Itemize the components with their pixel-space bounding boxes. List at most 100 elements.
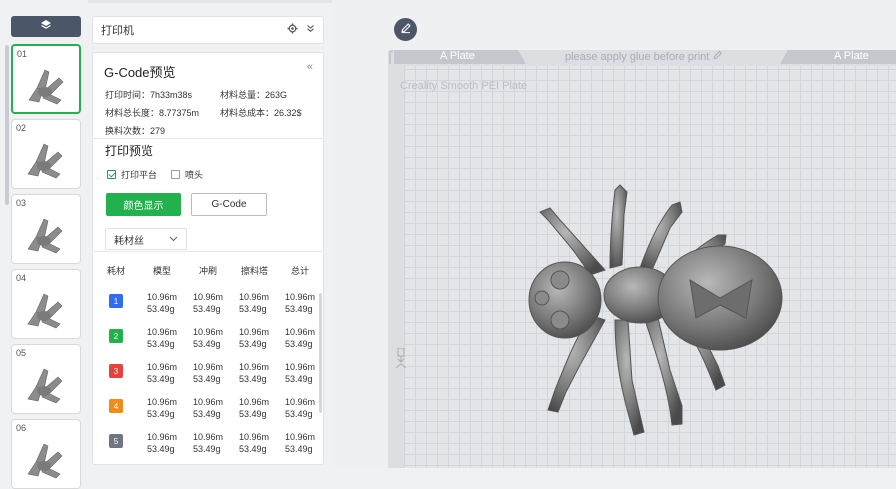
table-cell: 10.96m 53.49g <box>239 326 269 350</box>
cell-length: 10.96m <box>239 327 270 337</box>
settings-gear-icon[interactable] <box>287 23 298 37</box>
table-cell: 10.96m 53.49g <box>147 431 177 455</box>
plate-thumbnail[interactable]: 02 <box>11 119 81 189</box>
cell-weight: 53.49g <box>239 304 267 314</box>
model-thumbnail-icon <box>27 218 63 254</box>
thumbnail-scrollbar[interactable] <box>5 45 9 205</box>
select-value: 耗材丝 <box>114 235 144 247</box>
spider-3d-model[interactable] <box>520 180 790 445</box>
table-cell: 10.96m 53.49g <box>193 431 223 455</box>
chevron-double-down-icon[interactable] <box>306 24 315 36</box>
print-preview-title: 打印预览 <box>105 144 154 158</box>
col-header-flush: 冲刷 <box>199 266 218 276</box>
cell-length: 10.96m <box>285 362 316 372</box>
edit-button[interactable] <box>394 18 417 41</box>
model-thumbnail-icon <box>27 443 63 479</box>
table-cell: 10.96m 53.49g <box>239 361 269 385</box>
col-header-wipe-tower: 擦料塔 <box>241 266 269 276</box>
model-thumbnail-icon <box>27 293 63 329</box>
table-cell: 10.96m 53.49g <box>239 431 269 455</box>
cell-weight: 53.49g <box>285 339 313 349</box>
cell-weight: 53.49g <box>239 339 267 349</box>
table-cell: 10.96m 53.49g <box>147 361 177 385</box>
cell-length: 10.96m <box>239 432 270 442</box>
table-cell: 10.96m 53.49g <box>147 326 177 350</box>
col-header-filament: 耗材 <box>107 266 126 276</box>
stat-print-time: 打印时间：7h33m38s <box>105 90 193 100</box>
col-header-total: 总计 <box>291 266 310 276</box>
cell-length: 10.96m <box>147 327 178 337</box>
cell-weight: 53.49g <box>147 374 175 384</box>
table-cell: 10.96m 53.49g <box>193 291 223 315</box>
cell-length: 10.96m <box>239 397 270 407</box>
plate-edge-marker-icon <box>395 347 407 375</box>
cell-weight: 53.49g <box>285 374 313 384</box>
cell-length: 10.96m <box>239 292 270 302</box>
cell-length: 10.96m <box>193 362 224 372</box>
stat-changes: 换料次数：279 <box>105 126 166 136</box>
filament-swatch[interactable]: 5 <box>109 434 123 448</box>
plate-number: 01 <box>17 49 28 59</box>
table-cell: 10.96m 53.49g <box>193 396 223 420</box>
table-cell: 10.96m 53.49g <box>147 396 177 420</box>
model-thumbnail-icon <box>28 69 64 105</box>
table-cell: 10.96m 53.49g <box>285 326 315 350</box>
pencil-icon[interactable] <box>712 50 724 63</box>
plate-label-left[interactable]: A Plate <box>440 50 475 62</box>
plate-thumbnail[interactable]: 04 <box>11 269 81 339</box>
filament-select[interactable]: 耗材丝 <box>105 228 187 250</box>
filament-swatch[interactable]: 2 <box>109 329 123 343</box>
cell-length: 10.96m <box>285 432 316 442</box>
model-thumbnail-icon <box>27 143 63 179</box>
cell-weight: 53.49g <box>147 339 175 349</box>
cell-weight: 53.49g <box>239 374 267 384</box>
table-cell: 10.96m 53.49g <box>193 326 223 350</box>
panel-title: G-Code预览 <box>104 65 176 80</box>
plate-thumbnail[interactable]: 06 <box>11 419 81 489</box>
cell-length: 10.96m <box>285 397 316 407</box>
plate-label-right[interactable]: A Plate <box>834 50 869 62</box>
cell-weight: 53.49g <box>147 304 175 314</box>
table-cell: 10.96m 53.49g <box>285 431 315 455</box>
checkbox-print-platform[interactable]: 打印平台 <box>107 168 157 181</box>
layers-button[interactable] <box>11 16 81 37</box>
plate-thumbnail[interactable]: 05 <box>11 344 81 414</box>
color-display-button[interactable]: 颜色显示 <box>106 193 181 216</box>
checkbox-nozzle[interactable]: 喷头 <box>171 168 203 181</box>
table-cell: 10.96m 53.49g <box>285 291 315 315</box>
cell-length: 10.96m <box>193 327 224 337</box>
checkbox-checked-icon[interactable] <box>107 170 116 179</box>
cell-length: 10.96m <box>239 362 270 372</box>
stat-total-weight: 材料总量：263G <box>220 90 288 100</box>
cell-length: 10.96m <box>193 397 224 407</box>
filament-swatch[interactable]: 4 <box>109 399 123 413</box>
cell-weight: 53.49g <box>239 444 267 454</box>
divider <box>93 138 323 139</box>
stat-total-length: 材料总长度：8.77375m <box>105 108 200 118</box>
cell-length: 10.96m <box>193 432 224 442</box>
table-cell: 10.96m 53.49g <box>193 361 223 385</box>
plate-number: 06 <box>16 423 27 433</box>
model-thumbnail-icon <box>27 368 63 404</box>
table-cell: 10.96m 53.49g <box>239 396 269 420</box>
cell-weight: 53.49g <box>285 304 313 314</box>
table-scrollbar[interactable] <box>319 293 322 413</box>
plate-thumbnail[interactable]: 01 <box>11 44 81 114</box>
filament-swatch[interactable]: 3 <box>109 364 123 378</box>
cell-weight: 53.49g <box>193 304 221 314</box>
glue-hint: please apply glue before print <box>565 50 724 63</box>
chevron-down-icon <box>169 234 178 245</box>
table-cell: 10.96m 53.49g <box>285 396 315 420</box>
plate-number: 04 <box>16 273 27 283</box>
cell-length: 10.96m <box>285 292 316 302</box>
collapse-icon[interactable]: « <box>307 61 313 73</box>
checkbox-unchecked-icon[interactable] <box>171 170 180 179</box>
filament-swatch[interactable]: 1 <box>109 294 123 308</box>
printer-selector[interactable]: 打印机 <box>92 16 324 44</box>
cell-length: 10.96m <box>147 432 178 442</box>
cell-weight: 53.49g <box>239 409 267 419</box>
table-cell: 10.96m 53.49g <box>239 291 269 315</box>
plate-thumbnail[interactable]: 03 <box>11 194 81 264</box>
gcode-button[interactable]: G-Code <box>191 193 267 216</box>
cell-length: 10.96m <box>285 327 316 337</box>
